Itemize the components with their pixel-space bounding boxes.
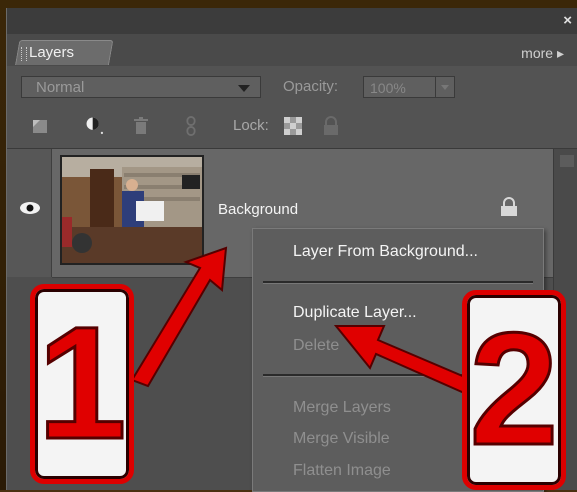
callout-badge-1: 1	[30, 284, 134, 484]
callout-badge-2: 2	[462, 290, 566, 490]
callout-number-1: 1	[36, 293, 128, 472]
arrow-1-icon	[130, 246, 228, 388]
callout-number-2: 2	[468, 299, 560, 478]
